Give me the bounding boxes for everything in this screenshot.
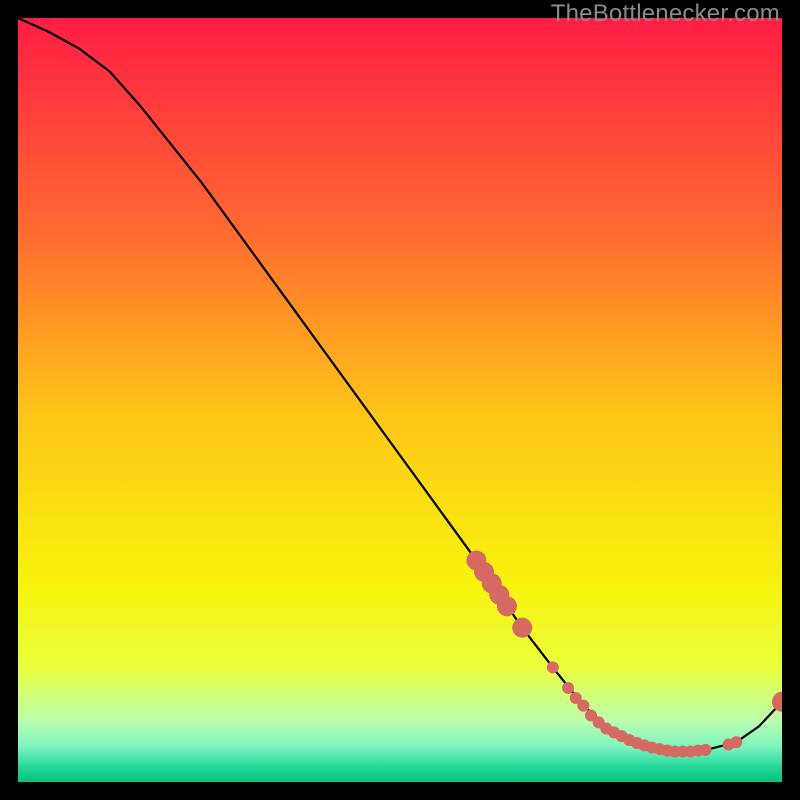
curve-marker [562,682,574,694]
curve-marker [512,618,532,638]
chart-stage: TheBottlenecker.com [0,0,800,800]
bottleneck-chart [18,18,782,782]
curve-marker [730,736,742,748]
curve-marker [547,661,559,673]
chart-background [18,18,782,782]
curve-marker [577,700,589,712]
curve-marker [497,596,517,616]
watermark-text: TheBottlenecker.com [551,0,780,28]
curve-marker [700,744,712,756]
